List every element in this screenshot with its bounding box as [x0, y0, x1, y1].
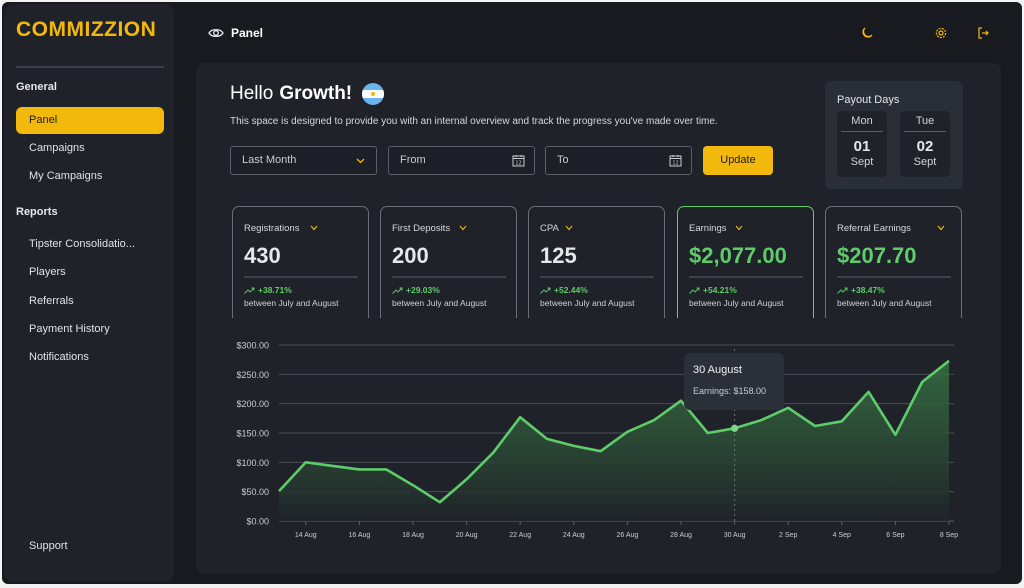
dashboard-panel: Hello Growth! This space is designed to …	[196, 63, 1001, 574]
y-tick-label: $250.00	[236, 370, 269, 380]
tooltip-title: 30 August	[693, 364, 742, 376]
moon-icon[interactable]	[860, 26, 874, 40]
sidebar-item-campaigns[interactable]: Campaigns	[16, 135, 164, 162]
earnings-chart[interactable]: $0.00 $50.00 $100.00 $150.00 $200.00 $250.00 $…	[196, 63, 1001, 574]
sidebar-item-my-campaigns[interactable]: My Campaigns	[16, 163, 164, 190]
x-tick-label: 4 Sep	[833, 532, 851, 539]
y-tick-label: $150.00	[236, 429, 269, 439]
nav-group-general: General	[16, 81, 57, 93]
app-window: COMMIZZION General Panel Campaigns My Ca…	[2, 2, 1022, 584]
sidebar-item-referrals[interactable]: Referrals	[16, 288, 164, 315]
tooltip-body: Earnings: $158.00	[693, 386, 767, 396]
x-tick-label: 28 Aug	[670, 532, 692, 539]
chart-tooltip: 30 August Earnings: $158.00	[684, 353, 784, 410]
x-tick-label: 18 Aug	[402, 532, 424, 539]
eye-icon	[208, 28, 224, 38]
sidebar-item-tipster-consolidation[interactable]: Tipster Consolidatio...	[16, 231, 164, 258]
nav-group-reports: Reports	[16, 206, 58, 218]
x-tick-label: 20 Aug	[456, 532, 478, 539]
sidebar-item-payment-history[interactable]: Payment History	[16, 316, 164, 343]
x-tick-label: 26 Aug	[616, 532, 638, 539]
logout-icon[interactable]	[976, 26, 990, 40]
x-tick-label: 14 Aug	[295, 532, 317, 539]
sidebar: COMMIZZION General Panel Campaigns My Ca…	[4, 4, 174, 582]
sidebar-item-support[interactable]: Support	[16, 533, 164, 560]
logo-divider	[16, 66, 164, 68]
y-tick-label: $0.00	[246, 517, 269, 527]
sidebar-item-panel[interactable]: Panel	[16, 107, 164, 134]
x-tick-label: 2 Sep	[779, 532, 797, 539]
y-tick-label: $200.00	[236, 399, 269, 409]
x-tick-label: 6 Sep	[886, 532, 904, 539]
gear-icon[interactable]	[934, 26, 948, 40]
brand-logo: COMMIZZION	[16, 18, 157, 41]
sidebar-item-players[interactable]: Players	[16, 259, 164, 286]
page-title: Panel	[208, 26, 263, 40]
y-tick-label: $50.00	[241, 487, 269, 497]
x-tick-label: 24 Aug	[563, 532, 585, 539]
highlighted-data-point[interactable]	[731, 424, 739, 432]
page-title-text: Panel	[231, 26, 264, 40]
y-tick-label: $100.00	[236, 458, 269, 468]
x-tick-label: 22 Aug	[509, 532, 531, 539]
x-tick-label: 30 Aug	[724, 532, 746, 539]
x-tick-label: 8 Sep	[940, 532, 958, 539]
sidebar-item-notifications[interactable]: Notifications	[16, 344, 164, 371]
x-tick-label: 16 Aug	[348, 532, 370, 539]
y-tick-label: $300.00	[236, 341, 269, 351]
